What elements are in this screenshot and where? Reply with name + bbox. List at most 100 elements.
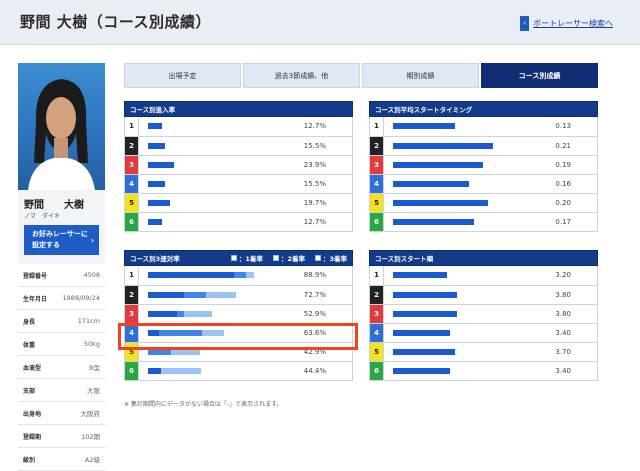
row-value: 0.20	[551, 193, 598, 213]
row-value: 88.9%	[303, 266, 353, 286]
table-row: 1 88.9%	[124, 266, 353, 286]
bar-cell	[383, 117, 552, 137]
info-value: 102期	[81, 433, 100, 441]
info-key: 身長	[23, 318, 36, 326]
bar	[393, 329, 450, 336]
course-number: 2	[369, 285, 384, 305]
table-row: 3 3.80	[369, 304, 598, 324]
tab-bar: 出場予定 過去3節成績、他 期別成績 コース別成績	[124, 63, 598, 88]
info-row: 登録番号 4508	[18, 264, 105, 287]
legend: ：1着率 ：2着率 ：3着率	[230, 253, 352, 263]
info-key: 血液型	[23, 364, 42, 372]
course-number: 1	[124, 117, 139, 137]
row-value: 44.4%	[303, 361, 353, 381]
info-value: A2級	[84, 456, 100, 464]
course-number: 2	[124, 136, 139, 156]
tab-recent-results[interactable]: 過去3節成績、他	[243, 63, 360, 88]
footnote: ※ 集計期間内にデータがない場合は「-」で表示されます。	[124, 401, 283, 408]
row-value: 3.80	[551, 304, 598, 324]
table-row: 2 72.7%	[124, 285, 353, 305]
bar	[393, 199, 488, 206]
page-title: 野間 大樹（コース別成績）	[20, 13, 211, 31]
row-value: 0.21	[551, 136, 598, 156]
info-value: 4508	[83, 271, 100, 279]
table-row: 6 3.40	[369, 361, 598, 381]
tab-course-results[interactable]: コース別成績	[481, 63, 598, 88]
course-number: 5	[124, 193, 139, 213]
panel-top3-rate: コース別3連対率 ：1着率 ：2着率 ：3着率 1 88.9% 2 72.7% 3 52.…	[124, 250, 353, 381]
course-number: 2	[124, 285, 139, 305]
bar-cell	[137, 266, 304, 286]
info-row: 身長 171cm	[18, 310, 105, 333]
course-number: 1	[369, 266, 384, 286]
course-number: 1	[124, 266, 139, 286]
row-value: 15.5%	[303, 174, 353, 194]
table-row: 6 0.17	[369, 212, 598, 232]
course-number: 3	[124, 155, 139, 175]
favorite-racer-button[interactable]: お好みレーサーに 設定する ›	[24, 225, 99, 255]
info-row: 級別 A2級	[18, 448, 105, 471]
tab-period-results[interactable]: 期別成績	[362, 63, 479, 88]
table-row: 1 0.13	[369, 117, 598, 137]
info-value: 171cm	[77, 317, 100, 325]
row-value: 19.7%	[303, 193, 353, 213]
course-number: 3	[369, 304, 384, 324]
bar	[393, 180, 469, 187]
bar	[393, 272, 447, 278]
info-row: 体重 50kg	[18, 333, 105, 356]
table-row: 3 0.19	[369, 155, 598, 175]
info-row: 生年月日 1988/09/24	[18, 287, 105, 310]
table-row: 5 19.7%	[124, 193, 353, 213]
start-order-table: 1 3.20 2 3.80 3 3.80 4 3.40 5 3.70 6 3.40	[369, 266, 598, 381]
info-key: 登録番号	[23, 272, 48, 280]
info-row: 出身地 大阪府	[18, 402, 105, 425]
row-value: 0.16	[551, 174, 598, 194]
bar-cell	[383, 361, 552, 381]
table-row: 1 3.20	[369, 266, 598, 286]
legend-label: ：1着率	[238, 255, 263, 263]
tab-schedule[interactable]: 出場予定	[124, 63, 241, 88]
second-place-bar	[234, 272, 246, 278]
table-row: 4 3.40	[369, 323, 598, 343]
row-value: 0.19	[551, 155, 598, 175]
racer-name-box: 野間 大樹 ノマ ダイキ お好みレーサーに 設定する ›	[18, 190, 105, 264]
course-number: 6	[369, 361, 384, 381]
info-value: 1988/09/24	[62, 294, 100, 302]
legend-third: ：3着率	[314, 253, 347, 263]
row-value: 12.7%	[303, 212, 353, 232]
course-number: 5	[369, 193, 384, 213]
highlight-course-4	[118, 323, 358, 350]
legend-label: ：2着率	[280, 255, 305, 263]
racer-search-link[interactable]: ‹ ボートレーサー検索へ	[520, 16, 613, 31]
table-row: 5 0.20	[369, 193, 598, 213]
bar	[393, 123, 455, 129]
legend-swatch	[272, 255, 279, 261]
info-key: 級別	[23, 456, 36, 464]
third-place-bar	[161, 367, 201, 374]
course-number: 5	[369, 342, 384, 362]
bar	[393, 161, 483, 168]
bar-cell	[383, 285, 552, 305]
row-value: 3.70	[551, 342, 598, 362]
info-value: 大阪府	[80, 410, 101, 418]
legend-swatch	[314, 255, 321, 261]
course-number: 4	[124, 174, 139, 194]
bar	[148, 142, 165, 149]
bar-cell	[137, 136, 304, 156]
first-place-bar	[148, 272, 234, 278]
bar-cell	[137, 174, 304, 194]
bar-cell	[137, 117, 304, 137]
row-value: 72.7%	[303, 285, 353, 305]
table-row: 4 0.16	[369, 174, 598, 194]
info-row: 血液型 B型	[18, 356, 105, 379]
bar-cell	[137, 155, 304, 175]
bar-cell	[383, 323, 552, 343]
racer-photo	[18, 63, 105, 190]
table-row: 6 44.4%	[124, 361, 353, 381]
start-timing-table: 1 0.13 2 0.21 3 0.19 4 0.16 5 0.20 6 0.17	[369, 117, 598, 232]
row-value: 12.7%	[303, 117, 353, 137]
table-row: 2 3.80	[369, 285, 598, 305]
table-row: 4 15.5%	[124, 174, 353, 194]
panel-title: コース別進入率	[124, 101, 353, 117]
racer-search-label: ボートレーサー検索へ	[533, 19, 613, 28]
